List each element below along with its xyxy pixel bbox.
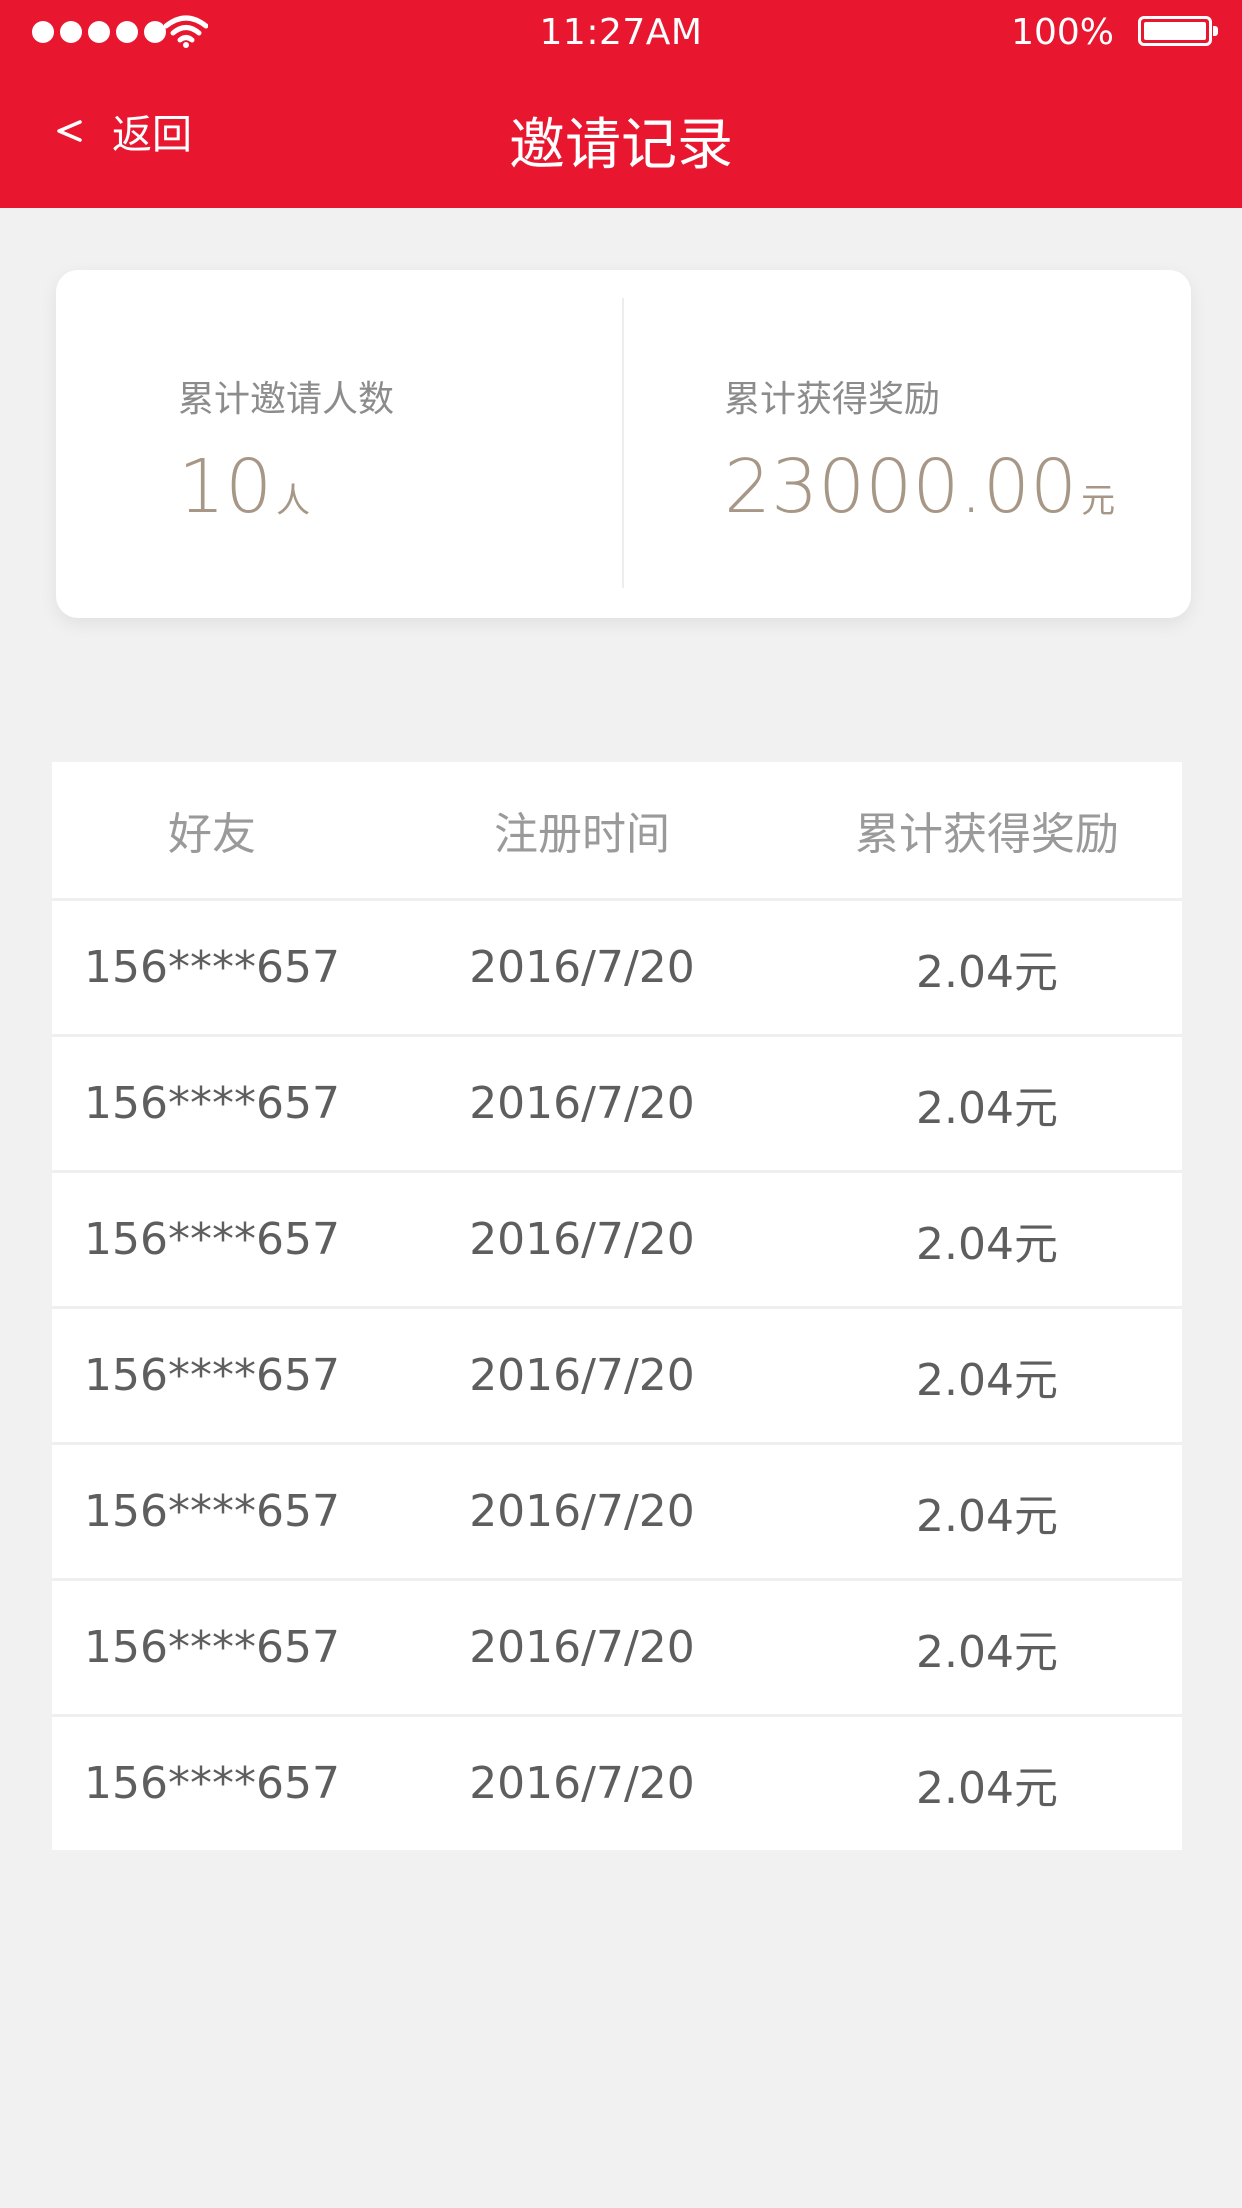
invited-count-stat: 累计邀请人数 10 人	[178, 370, 394, 530]
friend-phone: 156****657	[84, 1622, 340, 1673]
table-row: 156****657 2016/7/20 2.04元	[52, 898, 1182, 1034]
invite-summary-card: 累计邀请人数 10 人 累计获得奖励 23000.00 元	[56, 270, 1191, 618]
table-row: 156****657 2016/7/20 2.04元	[52, 1306, 1182, 1442]
total-reward-label: 累计获得奖励	[724, 379, 941, 420]
register-date: 2016/7/20	[469, 1758, 695, 1809]
table-row: 156****657 2016/7/20 2.04元	[52, 1442, 1182, 1578]
top-bar: 11:27AM 100% 返回 邀请记录	[0, 0, 1242, 208]
header-friend: 好友	[168, 809, 256, 860]
navigation-bar: 返回 邀请记录	[0, 64, 1242, 208]
table-row: 156****657 2016/7/20 2.04元	[52, 1170, 1182, 1306]
reward-amount: 2.04元	[916, 1626, 1058, 1678]
battery-icon	[1138, 16, 1218, 46]
register-date: 2016/7/20	[469, 942, 695, 993]
battery-percent: 100%	[1011, 12, 1114, 53]
invite-records-table: 好友 注册时间 累计获得奖励 156****657 2016/7/20 2.04…	[52, 762, 1182, 1850]
battery-nub	[1213, 26, 1218, 36]
register-date: 2016/7/20	[469, 1486, 695, 1537]
friend-phone: 156****657	[84, 1078, 340, 1129]
friend-phone: 156****657	[84, 942, 340, 993]
reward-amount: 2.04元	[916, 1354, 1058, 1406]
table-row: 156****657 2016/7/20 2.04元	[52, 1034, 1182, 1170]
register-date: 2016/7/20	[469, 1214, 695, 1265]
friend-phone: 156****657	[84, 1758, 340, 1809]
reward-amount: 2.04元	[916, 1218, 1058, 1270]
table-header-row: 好友 注册时间 累计获得奖励	[52, 762, 1182, 898]
invited-count-value-row: 10 人	[178, 444, 394, 530]
invited-count-label: 累计邀请人数	[178, 379, 395, 420]
page-title: 邀请记录	[509, 113, 733, 178]
reward-amount: 2.04元	[916, 1762, 1058, 1814]
header-register-time: 注册时间	[494, 809, 670, 860]
invited-count-unit: 人	[276, 481, 311, 521]
friend-phone: 156****657	[84, 1214, 340, 1265]
register-date: 2016/7/20	[469, 1350, 695, 1401]
reward-amount: 2.04元	[916, 1490, 1058, 1542]
friend-phone: 156****657	[84, 1486, 340, 1537]
total-reward-value-row: 23000.00 元	[724, 444, 1115, 530]
summary-divider	[622, 298, 624, 588]
reward-amount: 2.04元	[916, 946, 1058, 998]
reward-amount: 2.04元	[916, 1082, 1058, 1134]
register-date: 2016/7/20	[469, 1622, 695, 1673]
friend-phone: 156****657	[84, 1350, 340, 1401]
table-row: 156****657 2016/7/20 2.04元	[52, 1714, 1182, 1850]
total-reward-unit: 元	[1081, 481, 1116, 521]
register-date: 2016/7/20	[469, 1078, 695, 1129]
total-reward-value: 23000.00	[724, 444, 1078, 530]
header-reward: 累计获得奖励	[855, 809, 1119, 860]
status-bar: 11:27AM 100%	[0, 0, 1242, 64]
battery-fill	[1144, 22, 1206, 40]
invited-count-value: 10	[178, 444, 273, 530]
total-reward-stat: 累计获得奖励 23000.00 元	[724, 370, 1115, 530]
table-row: 156****657 2016/7/20 2.04元	[52, 1578, 1182, 1714]
